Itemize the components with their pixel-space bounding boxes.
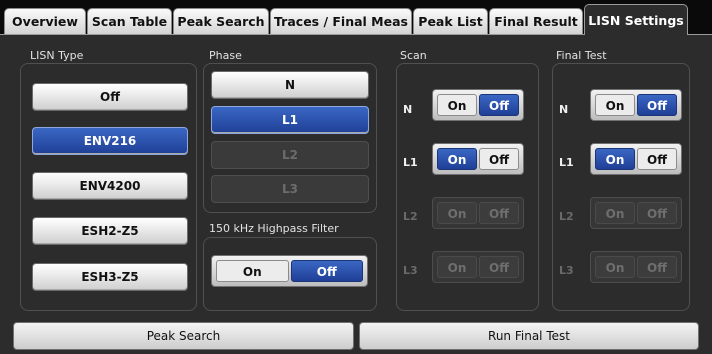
peak-search-button[interactable]: Peak Search <box>13 322 354 350</box>
lisn-type-title: LISN Type <box>30 49 84 62</box>
final-test-n-off-option[interactable]: Off <box>637 94 677 116</box>
scan-l3-toggle[interactable]: On Off <box>432 251 524 283</box>
highpass-filter-title: 150 kHz Highpass Filter <box>209 222 339 235</box>
scan-l1-off-option[interactable]: Off <box>479 148 519 170</box>
scan-n-on-option[interactable]: On <box>437 94 477 116</box>
scan-l1-on-option[interactable]: On <box>437 148 477 170</box>
lisn-type-esh3-z5-button[interactable]: ESH3-Z5 <box>32 263 188 291</box>
highpass-off-option[interactable]: Off <box>290 260 363 282</box>
lisn-type-env4200-button[interactable]: ENV4200 <box>32 172 188 200</box>
lisn-type-env216-button[interactable]: ENV216 <box>32 127 188 155</box>
scan-row-label-l1: L1 <box>403 156 418 169</box>
final-test-n-on-option[interactable]: On <box>595 94 635 116</box>
final-test-row-label-l2: L2 <box>559 210 574 223</box>
phase-n-button[interactable]: N <box>211 71 369 99</box>
scan-l3-off-option[interactable]: Off <box>479 256 519 278</box>
tab-lisn-settings[interactable]: LISN Settings <box>584 4 688 35</box>
final-test-l1-on-option[interactable]: On <box>595 148 635 170</box>
tab-scan-table[interactable]: Scan Table <box>87 8 172 34</box>
scan-l1-toggle[interactable]: On Off <box>432 143 524 175</box>
scan-l2-off-option[interactable]: Off <box>479 202 519 224</box>
final-test-title: Final Test <box>556 49 607 62</box>
final-test-n-toggle[interactable]: On Off <box>590 89 682 121</box>
final-test-row-label-l1: L1 <box>559 156 574 169</box>
highpass-on-option[interactable]: On <box>216 260 289 282</box>
phase-l2-button[interactable]: L2 <box>211 141 369 169</box>
phase-l3-button[interactable]: L3 <box>211 175 369 203</box>
final-test-l1-toggle[interactable]: On Off <box>590 143 682 175</box>
final-test-l3-toggle[interactable]: On Off <box>590 251 682 283</box>
scan-row-label-n: N <box>403 103 413 116</box>
tab-peak-search[interactable]: Peak Search <box>173 8 269 34</box>
run-final-test-button[interactable]: Run Final Test <box>359 322 699 350</box>
scan-row-label-l2: L2 <box>403 210 418 223</box>
final-test-l2-on-option[interactable]: On <box>595 202 635 224</box>
final-test-l2-off-option[interactable]: Off <box>637 202 677 224</box>
final-test-row-label-l3: L3 <box>559 264 574 277</box>
tab-final-result[interactable]: Final Result <box>489 8 583 34</box>
final-test-l3-off-option[interactable]: Off <box>637 256 677 278</box>
phase-l1-button[interactable]: L1 <box>211 106 369 134</box>
scan-l3-on-option[interactable]: On <box>437 256 477 278</box>
lisn-type-off-button[interactable]: Off <box>32 83 188 111</box>
scan-l2-on-option[interactable]: On <box>437 202 477 224</box>
scan-row-label-l3: L3 <box>403 264 418 277</box>
tab-peak-list[interactable]: Peak List <box>413 8 488 34</box>
phase-title: Phase <box>209 49 242 62</box>
final-test-row-label-n: N <box>559 103 569 116</box>
scan-title: Scan <box>400 49 427 62</box>
scan-l2-toggle[interactable]: On Off <box>432 197 524 229</box>
scan-n-off-option[interactable]: Off <box>479 94 519 116</box>
scan-n-toggle[interactable]: On Off <box>432 89 524 121</box>
tab-bar: Overview Scan Table Peak Search Traces /… <box>0 0 712 35</box>
lisn-settings-panel: LISN Type Off ENV216 ENV4200 ESH2-Z5 ESH… <box>0 34 712 354</box>
highpass-filter-toggle[interactable]: On Off <box>211 255 368 287</box>
final-test-l3-on-option[interactable]: On <box>595 256 635 278</box>
tab-traces-final-meas[interactable]: Traces / Final Meas <box>270 8 412 34</box>
final-test-l1-off-option[interactable]: Off <box>637 148 677 170</box>
tab-overview[interactable]: Overview <box>4 8 86 34</box>
lisn-type-esh2-z5-button[interactable]: ESH2-Z5 <box>32 217 188 245</box>
final-test-l2-toggle[interactable]: On Off <box>590 197 682 229</box>
